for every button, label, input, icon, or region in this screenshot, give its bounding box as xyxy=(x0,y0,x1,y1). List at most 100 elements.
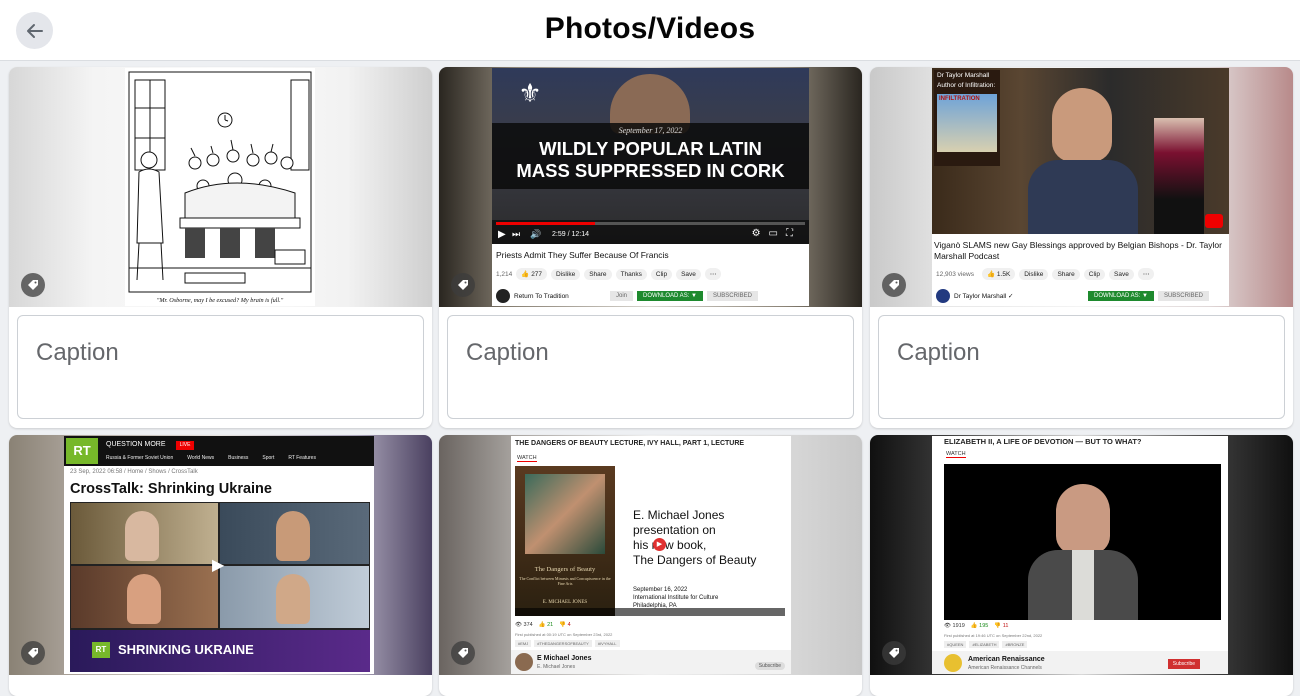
subscribed-button[interactable]: SUBSCRIBED xyxy=(706,291,758,301)
hashtag[interactable]: #BRONZE xyxy=(1002,641,1028,648)
slide-details: September 16, 2022 International Institu… xyxy=(633,586,718,610)
slide-institution: International Institute for Culture xyxy=(633,595,719,601)
more-icon[interactable]: ⋯ xyxy=(704,268,722,280)
tag-button[interactable] xyxy=(21,641,45,665)
media-preview[interactable]: THE DANGERS OF BEAUTY LECTURE, IVY HALL,… xyxy=(439,435,862,675)
share-button[interactable]: Share xyxy=(584,268,612,280)
like-count-badge[interactable]: 👍 195 xyxy=(971,623,989,629)
stats-row: 👁 374 👍 21 👎 4 xyxy=(515,622,571,628)
caption-field[interactable] xyxy=(447,315,854,419)
like-count: 21 xyxy=(547,622,554,628)
save-button[interactable]: Save xyxy=(1109,268,1134,280)
video-frame: The Dangers of Beauty The Conflict betwe… xyxy=(515,466,785,616)
play-icon[interactable]: ▶ xyxy=(653,538,666,551)
dislike-count-badge[interactable]: 👎 4 xyxy=(559,622,570,628)
like-button[interactable]: 👍 1.5K xyxy=(982,268,1016,280)
channel-subtitle: E. Michael Jones xyxy=(537,664,576,670)
book-cover: Dr Taylor Marshall Author of Infiltratio… xyxy=(934,70,1000,166)
channel-subtitle: American Renaissance Channels xyxy=(968,665,1042,671)
channel-name[interactable]: Return To Tradition xyxy=(514,293,606,300)
play-icon[interactable]: ▶ xyxy=(212,555,224,575)
hashtag[interactable]: #THEDANGERSOFBEAUTY xyxy=(534,640,592,647)
rt-logo[interactable]: RT xyxy=(66,438,98,464)
media-preview[interactable]: Dr Taylor Marshall Author of Infiltratio… xyxy=(870,67,1293,307)
youtube-logo-icon xyxy=(1205,214,1223,228)
slide-line: The Dangers of Beauty xyxy=(633,553,757,567)
play-icon[interactable]: ▶ xyxy=(498,229,506,240)
watch-tab[interactable]: WATCH xyxy=(517,455,537,462)
tag-button[interactable] xyxy=(451,273,475,297)
hashtag[interactable]: #ELIZABETH xyxy=(969,641,1000,648)
more-icon[interactable]: ⋯ xyxy=(1137,268,1155,280)
banner-line-2: MASS SUPPRESSED IN CORK xyxy=(516,160,785,181)
nav-item[interactable]: RT Features xyxy=(288,455,316,461)
nav-item[interactable]: World News xyxy=(187,455,214,461)
fleur-de-lis-icon: ⚜ xyxy=(518,78,542,108)
caption-input[interactable] xyxy=(34,338,398,368)
media-preview[interactable]: RT QUESTION MORE LIVE Russia & Former So… xyxy=(9,435,432,675)
video-screenshot: Dr Taylor Marshall Author of Infiltratio… xyxy=(932,68,1229,306)
caption-input[interactable] xyxy=(895,338,1259,368)
book-title: The Dangers of Beauty xyxy=(534,566,596,573)
download-button[interactable]: DOWNLOAD AS: ▼ xyxy=(637,291,703,301)
book-line-2: Author of Infiltration: xyxy=(937,82,996,89)
banner-line-1: WILDLY POPULAR LATIN xyxy=(539,138,762,159)
dislike-count-badge[interactable]: 👎 11 xyxy=(994,623,1008,629)
watch-tab[interactable]: WATCH xyxy=(946,451,966,458)
tag-icon xyxy=(458,280,468,290)
player-buttons[interactable]: ⚙▭⛶ xyxy=(752,228,801,239)
thanks-button[interactable]: Thanks xyxy=(615,268,647,280)
action-bar: 1,214 👍 277 Dislike Share Thanks Clip Sa… xyxy=(492,266,809,282)
clip-button[interactable]: Clip xyxy=(650,268,673,280)
subscribed-button[interactable]: SUBSCRIBED xyxy=(1157,291,1209,301)
media-preview[interactable]: ⚜ September 17, 2022 WILDLY POPULAR LATI… xyxy=(439,67,862,307)
nav-item[interactable]: Business xyxy=(228,455,248,461)
tag-list: #QUEEN #ELIZABETH #BRONZE xyxy=(944,641,1028,648)
participant-2 xyxy=(220,503,369,564)
slide-line: E. Michael Jones xyxy=(633,508,725,522)
channel-name[interactable]: E Michael Jones xyxy=(537,655,591,662)
nav-item[interactable]: Russia & Former Soviet Union xyxy=(106,455,173,461)
tag-button[interactable] xyxy=(451,641,475,665)
slide-text: E. Michael Jones presentation on his new… xyxy=(633,508,756,568)
share-button[interactable]: Share xyxy=(1052,268,1080,280)
next-icon[interactable]: ⏭ xyxy=(512,229,520,240)
view-count: 12,903 views xyxy=(936,270,974,278)
hashtag[interactable]: #IVYHALL xyxy=(594,640,620,647)
dislike-button[interactable]: Dislike xyxy=(1019,268,1049,280)
download-button[interactable]: DOWNLOAD AS: ▼ xyxy=(1088,291,1154,301)
media-preview[interactable]: ELIZABETH II, A LIFE OF DEVOTION — BUT T… xyxy=(870,435,1293,675)
tag-button[interactable] xyxy=(21,273,45,297)
tag-button[interactable] xyxy=(882,641,906,665)
channel-name[interactable]: American Renaissance xyxy=(968,656,1045,663)
tag-button[interactable] xyxy=(882,273,906,297)
view-icon: 👁 1919 xyxy=(944,623,965,629)
nav-item[interactable]: Sport xyxy=(262,455,274,461)
book-word: INFILTRATION xyxy=(939,96,980,102)
media-preview[interactable]: "Mr. Osborne, may I be excused? My brain… xyxy=(9,67,432,307)
banner-strip: September 17, 2022 WILDLY POPULAR LATIN … xyxy=(492,123,809,189)
caption-input[interactable] xyxy=(464,338,828,368)
like-count: 277 xyxy=(531,271,543,278)
live-badge[interactable]: LIVE xyxy=(176,441,194,450)
hashtag[interactable]: #EMJ xyxy=(515,640,532,647)
volume-icon[interactable]: 🔊 xyxy=(530,229,541,240)
caption-field[interactable] xyxy=(878,315,1285,419)
subscribe-button[interactable]: Subscribe xyxy=(754,662,785,670)
like-button[interactable]: 👍 277 xyxy=(516,268,548,280)
dislike-button[interactable]: Dislike xyxy=(551,268,581,280)
save-button[interactable]: Save xyxy=(676,268,701,280)
channel-name[interactable]: Dr Taylor Marshall ✓ xyxy=(954,292,1084,300)
channel-bar: American Renaissance American Renaissanc… xyxy=(932,651,1228,674)
subscribe-button[interactable]: Subscribe xyxy=(1167,659,1200,669)
like-count-badge[interactable]: 👍 21 xyxy=(539,622,554,628)
hashtag[interactable]: #QUEEN xyxy=(944,641,967,648)
like-count: 1.5K xyxy=(996,271,1011,278)
tag-icon xyxy=(28,648,38,658)
participant-3 xyxy=(71,566,218,628)
book-line-1: Dr Taylor Marshall xyxy=(937,72,990,79)
video-frame xyxy=(944,464,1221,620)
clip-button[interactable]: Clip xyxy=(1083,268,1105,280)
caption-field[interactable] xyxy=(17,315,424,419)
join-button[interactable]: Join xyxy=(610,291,634,301)
